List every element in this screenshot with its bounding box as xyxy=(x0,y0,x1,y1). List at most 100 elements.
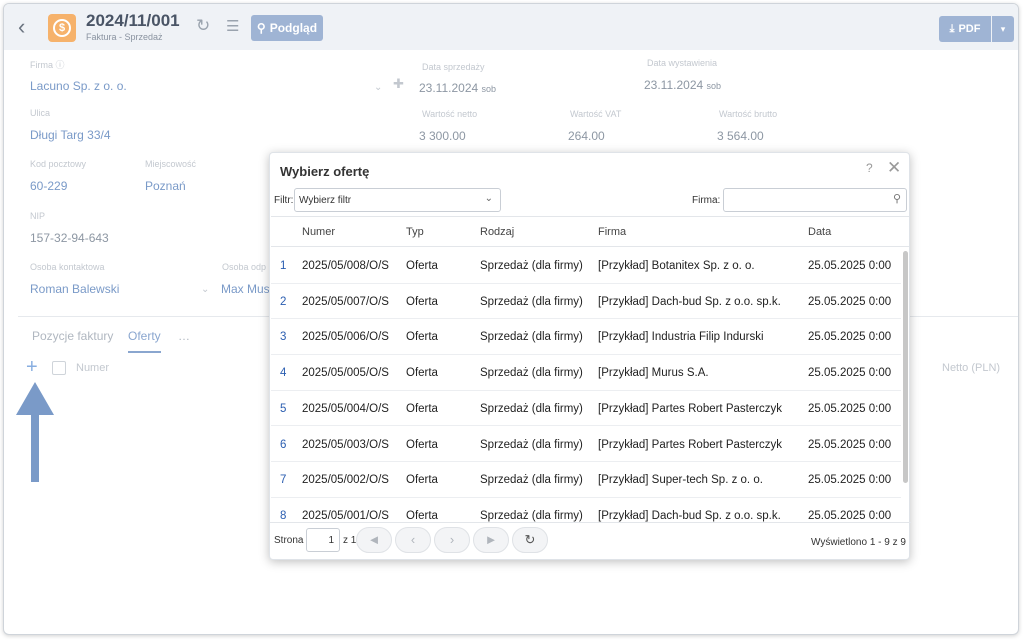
offer-date: 25.05.2025 0:00 xyxy=(808,402,892,415)
row-index: 5 xyxy=(280,402,287,415)
firma-search-input[interactable]: ⚲ xyxy=(723,188,907,212)
previous-page-button[interactable]: ‹ xyxy=(395,527,431,553)
offer-date: 25.05.2025 0:00 xyxy=(808,260,892,272)
data-sprzedazy-label: Data sprzedaży xyxy=(422,62,485,72)
offer-number: 2025/05/001/O/S xyxy=(302,509,389,522)
tab-more[interactable]: … xyxy=(178,329,190,343)
refresh-icon[interactable]: ↻ xyxy=(196,16,210,36)
records-shown-label: Wyświetlono 1 - 9 z 9 xyxy=(811,537,906,548)
offer-company: [Przykład] Botanitex Sp. z o. o. xyxy=(598,260,755,272)
first-page-icon: ◄ xyxy=(367,532,381,547)
osoba-odpowiedzialna-field[interactable]: Max Mus xyxy=(221,282,270,296)
row-index: 3 xyxy=(280,331,287,344)
offers-table: Numer Typ Rodzaj Firma Data 1 2025/05/008… xyxy=(271,216,909,522)
table-row[interactable]: 4 2025/05/005/O/S Oferta Sprzedaż (dla firm… xyxy=(271,355,901,391)
chevron-left-icon: ‹ xyxy=(410,532,416,547)
nip-label: NIP xyxy=(30,211,46,221)
table-row[interactable]: 7 2025/05/002/O/S Oferta Sprzedaż (dla firm… xyxy=(271,462,901,498)
search-icon: ⚲ xyxy=(256,21,266,35)
select-all-checkbox[interactable] xyxy=(52,361,66,375)
page-number-input[interactable]: 1 xyxy=(306,528,340,552)
tab-oferty[interactable]: Oferty xyxy=(128,329,161,353)
firma-field[interactable]: Lacuno Sp. z o. o. xyxy=(30,79,127,93)
kod-label: Kod pocztowy xyxy=(30,159,87,169)
column-header-data[interactable]: Data xyxy=(808,226,831,238)
chevron-down-icon[interactable]: ⌄ xyxy=(201,284,209,295)
filter-label: Filtr: xyxy=(274,195,294,206)
column-header-typ[interactable]: Typ xyxy=(406,226,424,238)
column-header-rodzaj[interactable]: Rodzaj xyxy=(480,226,514,238)
osoba-kontaktowa-field[interactable]: Roman Balewski xyxy=(30,282,119,296)
back-icon[interactable]: ‹ xyxy=(18,14,25,40)
offer-company: [Przykład] Partes Robert Pasterczyk xyxy=(598,438,783,451)
help-icon[interactable]: ? xyxy=(866,161,873,175)
offer-kind: Sprzedaż (dla firmy) xyxy=(480,509,583,522)
offer-date: 25.05.2025 0:00 xyxy=(808,509,892,522)
offer-date: 25.05.2025 0:00 xyxy=(808,438,892,451)
add-offer-icon[interactable]: + xyxy=(26,356,38,379)
miejscowosc-label: Miejscowość xyxy=(145,159,197,169)
offer-number: 2025/05/002/O/S xyxy=(302,474,389,487)
offer-type: Oferta xyxy=(406,474,438,487)
refresh-icon: ↻ xyxy=(524,532,536,547)
data-sprzedazy-day: sob xyxy=(481,84,497,94)
last-page-button[interactable]: ► xyxy=(473,527,509,553)
row-index: 2 xyxy=(280,295,287,308)
table-row[interactable]: 1 2025/05/008/O/S Oferta Sprzedaż (dla firm… xyxy=(271,248,901,284)
refresh-button[interactable]: ↻ xyxy=(512,527,548,553)
preview-label: Podgląd xyxy=(269,21,318,35)
offer-kind: Sprzedaż (dla firmy) xyxy=(480,367,583,380)
table-row[interactable]: 8 2025/05/001/O/S Oferta Sprzedaż (dla firm… xyxy=(271,498,901,522)
row-index: 6 xyxy=(280,438,287,451)
netto-value: 3 300.00 xyxy=(419,129,466,143)
offer-number: 2025/05/008/O/S xyxy=(302,260,389,272)
numer-column-header: Numer xyxy=(76,362,110,374)
preview-button[interactable]: ⚲ Podgląd xyxy=(251,15,323,41)
table-row[interactable]: 6 2025/05/003/O/S Oferta Sprzedaż (dla firm… xyxy=(271,427,901,463)
ulica-label: Ulica xyxy=(30,108,51,118)
offer-type: Oferta xyxy=(406,260,438,272)
first-page-button[interactable]: ◄ xyxy=(356,527,392,553)
close-icon[interactable]: ✕ xyxy=(887,158,901,178)
column-header-firma[interactable]: Firma xyxy=(598,226,626,238)
table-row[interactable]: 5 2025/05/004/O/S Oferta Sprzedaż (dla firm… xyxy=(271,391,901,427)
netto-label: Wartość netto xyxy=(422,109,478,119)
table-row[interactable]: 2 2025/05/007/O/S Oferta Sprzedaż (dla firm… xyxy=(271,284,901,320)
tab-pozycje-faktury[interactable]: Pozycje faktury xyxy=(32,329,113,343)
add-company-icon[interactable]: ✚ xyxy=(393,76,404,92)
list-icon[interactable]: ☰ xyxy=(226,17,239,35)
pdf-label: PDF xyxy=(958,23,981,35)
kod-field[interactable]: 60-229 xyxy=(30,179,67,193)
table-row[interactable]: 3 2025/05/006/O/S Oferta Sprzedaż (dla firm… xyxy=(271,319,901,356)
row-index: 1 xyxy=(280,260,287,272)
table-scrollbar[interactable] xyxy=(903,251,908,483)
document-subtitle: Faktura - Sprzedaż xyxy=(86,32,163,42)
data-sprzedazy-field[interactable]: 23.11.2024 sob xyxy=(419,81,496,95)
pdf-dropdown-button[interactable]: ▾ xyxy=(992,16,1014,42)
offer-company: [Przykład] Partes Robert Pasterczyk xyxy=(598,402,783,415)
pdf-button[interactable]: ⤓ PDF xyxy=(939,16,991,42)
document-header: ‹ $ 2024/11/001 Faktura - Sprzedaż ↻ ☰ ⚲… xyxy=(4,4,1018,50)
chevron-down-icon: ⌄ xyxy=(484,193,493,204)
filter-select[interactable]: Wybierz filtr ⌄ xyxy=(294,188,501,212)
search-icon[interactable]: ⚲ xyxy=(893,192,901,205)
nip-field[interactable]: 157-32-94-643 xyxy=(30,231,109,245)
offer-kind: Sprzedaż (dla firmy) xyxy=(480,438,583,451)
offer-date: 25.05.2025 0:00 xyxy=(808,367,892,380)
offer-date: 25.05.2025 0:00 xyxy=(808,331,892,344)
column-header-numer[interactable]: Numer xyxy=(302,226,335,238)
offer-type: Oferta xyxy=(406,402,438,415)
offer-company: [Przykład] Industria Filip Indurski xyxy=(598,331,764,344)
miejscowosc-field[interactable]: Poznań xyxy=(145,179,186,193)
ulica-field[interactable]: Długi Targ 33/4 xyxy=(30,128,111,142)
next-page-button[interactable]: › xyxy=(434,527,470,553)
invoice-type-icon: $ xyxy=(48,14,76,42)
netto-column-header: Netto (PLN) xyxy=(942,362,1001,374)
osoba-kontaktowa-label: Osoba kontaktowa xyxy=(30,262,105,272)
osoba-odpowiedzialna-label: Osoba odp xyxy=(222,262,267,272)
data-sprzedazy-value: 23.11.2024 xyxy=(419,81,479,95)
offer-company: [Przykład] Dach-bud Sp. z o.o. sp.k. xyxy=(598,295,781,308)
data-wystawienia-field[interactable]: 23.11.2024 sob xyxy=(644,78,721,92)
offer-kind: Sprzedaż (dla firmy) xyxy=(480,260,583,272)
chevron-down-icon[interactable]: ⌄ xyxy=(374,82,382,93)
